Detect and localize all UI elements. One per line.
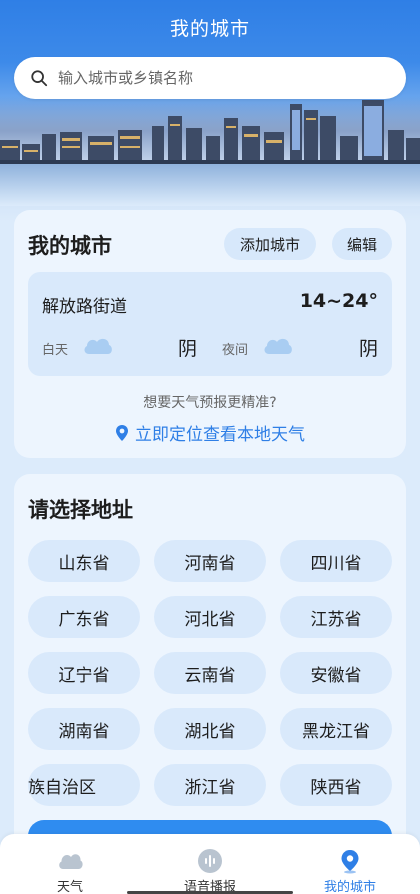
city-weather-item[interactable]: 解放路街道 14~24° 白天 阴 夜间 阴 <box>28 272 392 376</box>
province-item[interactable]: 族自治区 <box>28 764 140 806</box>
province-item[interactable]: 四川省 <box>280 540 392 582</box>
province-item[interactable]: 浙江省 <box>154 764 266 806</box>
my-cities-card: 我的城市 添加城市 编辑 解放路街道 14~24° 白天 阴 夜间 阴 想要天气… <box>14 210 406 458</box>
city-name: 解放路街道 <box>42 297 127 317</box>
province-item[interactable]: 辽宁省 <box>28 652 140 694</box>
voice-icon <box>198 849 222 873</box>
accuracy-hint: 想要天气预报更精准? <box>143 395 277 411</box>
tab-my-cities[interactable]: 我的城市 <box>280 834 420 894</box>
night-label: 夜间 <box>222 343 249 358</box>
province-item[interactable]: 山东省 <box>28 540 140 582</box>
night-condition: 阴 <box>358 338 378 360</box>
province-item[interactable]: 河北省 <box>154 596 266 638</box>
add-city-button[interactable]: 添加城市 <box>224 228 316 260</box>
province-item[interactable]: 陕西省 <box>280 764 392 806</box>
address-title: 请选择地址 <box>28 498 133 522</box>
location-pin-icon <box>341 850 359 874</box>
search-input[interactable] <box>58 69 378 87</box>
province-item[interactable]: 江苏省 <box>280 596 392 638</box>
cloud-icon <box>84 338 112 354</box>
cloud-icon <box>264 338 292 354</box>
province-item[interactable]: 广东省 <box>28 596 140 638</box>
day-condition: 阴 <box>178 338 198 360</box>
province-item[interactable]: 河南省 <box>154 540 266 582</box>
bottom-tab-bar: 天气 语音播报 我的城市 <box>0 834 420 894</box>
search-bar[interactable] <box>14 57 406 99</box>
province-grid: 山东省 河南省 四川省 广东省 河北省 江苏省 辽宁省 云南省 安徽省 湖南省 … <box>28 540 392 806</box>
search-icon <box>31 70 48 87</box>
tab-my-cities-label: 我的城市 <box>323 880 376 894</box>
my-cities-title: 我的城市 <box>28 234 112 258</box>
tab-voice[interactable]: 语音播报 <box>140 834 280 894</box>
header-hero: 我的城市 <box>0 0 420 222</box>
city-skyline-image <box>0 96 420 206</box>
location-pin-icon <box>116 424 128 441</box>
day-label: 白天 <box>42 343 69 358</box>
province-item[interactable]: 湖南省 <box>28 708 140 750</box>
cloud-icon <box>59 854 83 869</box>
locate-button[interactable]: 立即定位查看本地天气 <box>14 420 406 445</box>
province-item[interactable]: 云南省 <box>154 652 266 694</box>
province-item[interactable]: 湖北省 <box>154 708 266 750</box>
province-item[interactable]: 黑龙江省 <box>280 708 392 750</box>
tab-weather-label: 天气 <box>56 880 83 894</box>
locate-label: 立即定位查看本地天气 <box>135 425 305 445</box>
tab-weather[interactable]: 天气 <box>0 834 140 894</box>
temperature-range: 14~24° <box>299 290 378 312</box>
page-title: 我的城市 <box>169 18 250 40</box>
province-item[interactable]: 安徽省 <box>280 652 392 694</box>
address-select-card: 请选择地址 山东省 河南省 四川省 广东省 河北省 江苏省 辽宁省 云南省 安徽… <box>14 474 406 894</box>
edit-button[interactable]: 编辑 <box>332 228 392 260</box>
